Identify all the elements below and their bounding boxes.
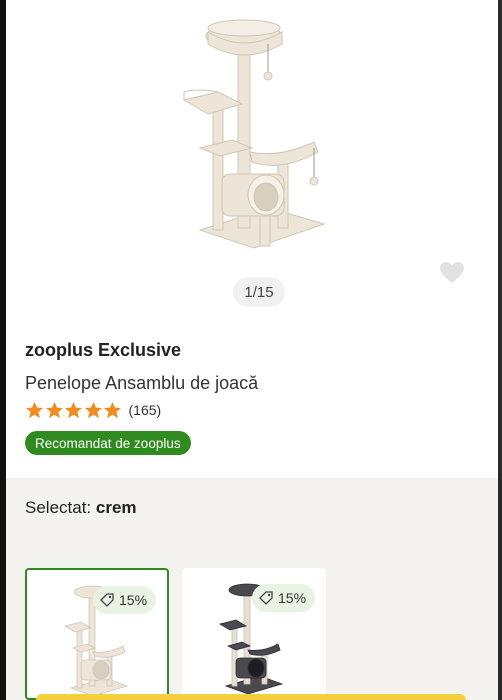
- price-tag-icon: [100, 593, 114, 607]
- variant-card-crem[interactable]: 15%: [25, 568, 169, 700]
- discount-badge: 15%: [252, 584, 316, 612]
- discount-value: 15%: [278, 590, 307, 606]
- price-tag-icon: [259, 591, 273, 605]
- recommended-badge: Recomandat de zooplus: [25, 431, 191, 455]
- selected-prefix: Selectat:: [25, 498, 92, 517]
- product-info: zooplus Exclusive Penelope Ansamblu de j…: [6, 318, 498, 478]
- brand-name[interactable]: zooplus Exclusive: [25, 340, 181, 361]
- star-icon: [103, 401, 122, 418]
- discount-badge: 15%: [93, 586, 157, 614]
- review-count[interactable]: (165): [129, 402, 162, 418]
- product-gallery[interactable]: 1/15: [6, 0, 498, 318]
- product-image[interactable]: [178, 8, 338, 268]
- star-icon: [25, 401, 44, 418]
- discount-value: 15%: [119, 592, 148, 608]
- add-to-cart-button[interactable]: [36, 694, 466, 700]
- rating-row[interactable]: (165): [25, 400, 161, 420]
- variant-selector: Selectat: crem 15% 15%: [6, 478, 498, 700]
- variant-card-dark[interactable]: 15%: [182, 568, 326, 700]
- star-icon: [84, 401, 102, 418]
- heart-icon: [440, 262, 464, 283]
- star-icon: [45, 401, 63, 418]
- star-icon: [64, 401, 83, 418]
- selected-variant-label: Selectat: crem: [25, 498, 137, 518]
- favorite-button[interactable]: [437, 258, 467, 288]
- product-title: Penelope Ansamblu de joacă: [25, 373, 259, 393]
- selected-value: crem: [95, 498, 137, 517]
- screen-right-edge: [498, 0, 502, 700]
- image-pager: 1/15: [233, 277, 285, 307]
